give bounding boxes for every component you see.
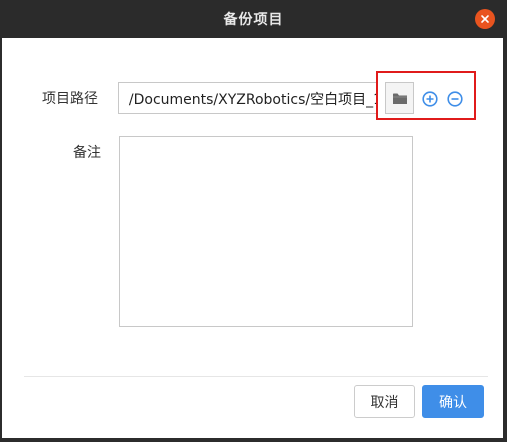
dialog-body: 项目路径 /Documents/XYZRobotics/空白项目_1 备注 取消…: [2, 38, 503, 438]
window-bottom-edge: [0, 438, 507, 442]
dialog-title: 备份项目: [223, 12, 284, 28]
close-button[interactable]: [475, 9, 495, 29]
backup-project-dialog: 备份项目 项目路径 /Documents/XYZRobotics/空白项目_1: [0, 0, 507, 442]
cancel-button[interactable]: 取消: [354, 385, 415, 418]
close-icon: [481, 15, 489, 23]
project-path-input[interactable]: /Documents/XYZRobotics/空白项目_1: [118, 82, 376, 114]
title-bar: 备份项目: [0, 0, 507, 38]
confirm-button[interactable]: 确认: [422, 385, 484, 418]
project-path-value: /Documents/XYZRobotics/空白项目_1: [128, 92, 376, 108]
notes-label: 备注: [73, 145, 101, 161]
highlight-annotation-box: [376, 71, 476, 120]
path-label: 项目路径: [42, 91, 98, 107]
footer-divider: [24, 376, 488, 377]
notes-textarea[interactable]: [119, 136, 413, 327]
